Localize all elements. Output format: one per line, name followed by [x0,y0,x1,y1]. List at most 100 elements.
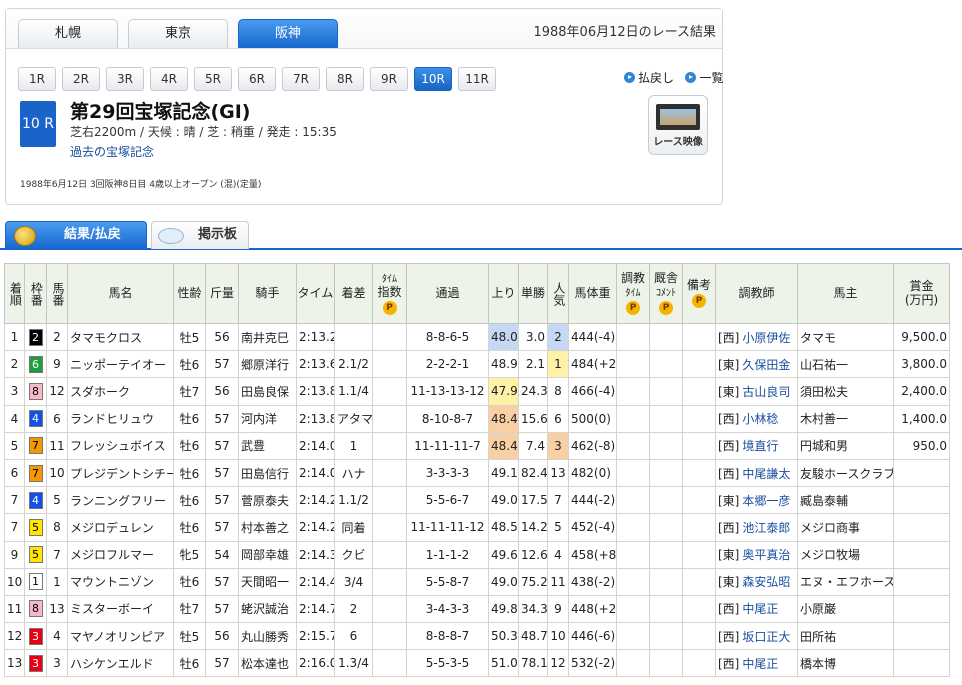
tab-tokyo[interactable]: 東京 [128,19,228,48]
race-button-5r[interactable]: 5R [194,67,232,91]
trainer-link[interactable]: 奥平真治 [742,548,790,562]
race-button-11r[interactable]: 11R [458,67,496,91]
race-conditions: 芝右2200m / 天候 : 晴 / 芝 : 稍重 / 発走 : 15:35 [70,125,337,139]
margin-cell: 3/4 [334,567,373,596]
jockey-link[interactable]: 丸山勝秀 [238,622,297,651]
stable-comment-cell [649,594,683,624]
owner-link[interactable]: 友駿ホースクラブ [797,458,894,488]
race-button-2r[interactable]: 2R [62,67,100,91]
race-button-7r[interactable]: 7R [282,67,320,91]
trainer-link[interactable]: 池江泰郎 [742,521,790,535]
trainer-link[interactable]: 坂口正大 [742,630,790,644]
jockey-link[interactable]: 武豊 [238,431,297,460]
race-button-1r[interactable]: 1R [18,67,56,91]
jockey-link[interactable]: 南井克巳 [238,322,297,352]
col-stable-comment[interactable]: 厩舎 ｺﾒﾝﾄ P [649,263,683,324]
owner-link[interactable]: タマモ [797,322,894,352]
race-button-9r[interactable]: 9R [370,67,408,91]
trainer-cell: [西] 小原伊佐 [715,322,798,352]
trainer-link[interactable]: 中尾謙太 [742,467,790,481]
jockey-link[interactable]: 田島良保 [238,377,297,406]
tab-board[interactable]: 掲示板 [151,221,249,249]
trainer-link[interactable]: 古山良司 [742,385,790,399]
table-row: 13 3 3 ハシケンエルド 牡6 57 松本達也 2:16.0 1.3/4 5-5-3-5 51.… [4,649,950,678]
owner-link[interactable]: 木村善一 [797,404,894,433]
horse-name-link[interactable]: タマモクロス [67,322,174,352]
trainer-link[interactable]: 小林稔 [742,412,778,426]
race-button-6r[interactable]: 6R [238,67,276,91]
horse-name-link[interactable]: フレッシュボイス [67,431,174,460]
trainer-region: [西] [718,602,740,617]
weight-cell: 54 [205,540,239,569]
owner-link[interactable]: 臧島泰輔 [797,486,894,515]
horse-name-link[interactable]: ハシケンエルド [67,649,174,678]
trainer-link[interactable]: 中尾正 [742,657,778,671]
horse-name-link[interactable]: プレジデントシチー [67,458,174,488]
tab-results[interactable]: 結果/払戻 [5,221,147,249]
list-link[interactable]: 一覧 [685,71,723,85]
jockey-link[interactable]: 松本達也 [238,649,297,678]
tab-sapporo[interactable]: 札幌 [18,19,118,48]
jockey-link[interactable]: 村本善之 [238,513,297,542]
horse-name-link[interactable]: マヤノオリンピア [67,622,174,651]
rank-cell: 4 [4,404,25,433]
horse-name-link[interactable]: ミスターボーイ [67,594,174,624]
race-button-8r[interactable]: 8R [326,67,364,91]
jockey-link[interactable]: 天間昭一 [238,567,297,596]
trainer-link[interactable]: 本郷一彦 [742,494,790,508]
horse-name-link[interactable]: マウントニゾン [67,567,174,596]
jockey-link[interactable]: 菅原泰夫 [238,486,297,515]
waku-cell: 7 [24,431,47,460]
horse-name-link[interactable]: ランニングフリー [67,486,174,515]
jockey-link[interactable]: 郷原洋行 [238,350,297,379]
film-icon [656,104,700,130]
payout-link[interactable]: 払戻し [624,71,674,85]
owner-link[interactable]: 須田松夫 [797,377,894,406]
odds-cell: 7.4 [518,431,548,460]
past-races-link[interactable]: 過去の宝塚記念 [70,143,154,160]
trainer-link[interactable]: 境直行 [742,439,778,453]
weight-cell: 57 [205,594,239,624]
trainer-cell: [東] 奥平真治 [715,540,798,569]
popularity-cell: 10 [547,622,569,651]
race-video-button[interactable]: レース映像 [648,95,708,155]
col-training-time[interactable]: 調教 ﾀｲﾑ P [616,263,650,324]
popularity-cell: 5 [547,513,569,542]
jockey-link[interactable]: 岡部幸雄 [238,540,297,569]
sexage-cell: 牡7 [173,377,206,406]
owner-link[interactable]: 田所祐 [797,622,894,651]
owner-link[interactable]: エヌ・エフホース [797,567,894,596]
race-button-10r[interactable]: 10R [414,67,452,91]
horse-name-link[interactable]: メジロフルマー [67,540,174,569]
owner-link[interactable]: 橋本博 [797,649,894,678]
jockey-link[interactable]: 蛯沢誠治 [238,594,297,624]
stable-comment-cell [649,649,683,678]
sexage-cell: 牡5 [173,622,206,651]
trainer-region: [東] [718,575,740,590]
race-button-4r[interactable]: 4R [150,67,188,91]
race-button-3r[interactable]: 3R [106,67,144,91]
horse-name-link[interactable]: ニッポーテイオー [67,350,174,379]
jockey-link[interactable]: 田島信行 [238,458,297,488]
umaban-cell: 12 [46,377,68,406]
trainer-link[interactable]: 久保田金 [742,358,790,372]
stable-comment-cell [649,404,683,433]
horse-name-link[interactable]: ランドヒリュウ [67,404,174,433]
col-time-index[interactable]: ﾀｲﾑ 指数 P [372,263,407,324]
owner-link[interactable]: 小原巌 [797,594,894,624]
trainer-link[interactable]: 中尾正 [742,602,778,616]
jockey-link[interactable]: 河内洋 [238,404,297,433]
tab-hanshin[interactable]: 阪神 [238,19,338,48]
col-remarks[interactable]: 備考 P [682,263,716,324]
owner-link[interactable]: メジロ商事 [797,513,894,542]
owner-link[interactable]: メジロ牧場 [797,540,894,569]
owner-link[interactable]: 円城和男 [797,431,894,460]
remarks-cell [682,404,716,433]
owner-link[interactable]: 山石祐一 [797,350,894,379]
horse-name-link[interactable]: メジロデュレン [67,513,174,542]
time-cell: 2:13.8 [296,377,335,406]
remarks-cell [682,594,716,624]
trainer-link[interactable]: 森安弘昭 [742,575,790,589]
trainer-link[interactable]: 小原伊佐 [742,331,790,345]
horse-name-link[interactable]: スダホーク [67,377,174,406]
